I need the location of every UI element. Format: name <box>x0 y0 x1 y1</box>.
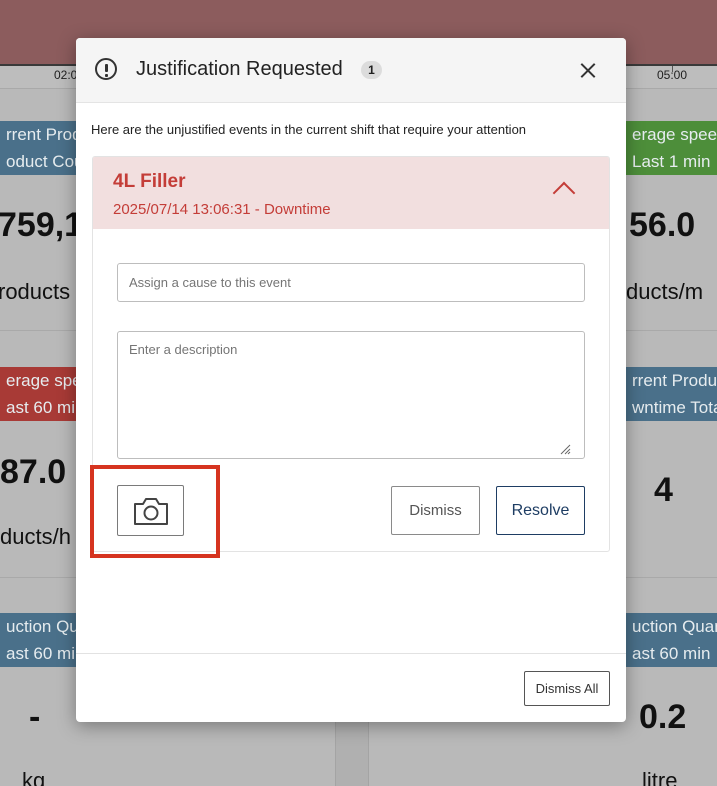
card-label-line: wntime Tota <box>632 398 717 417</box>
card-label-line: uction Quan <box>632 617 717 636</box>
card-unit: ducts/h <box>0 524 71 549</box>
footer-divider <box>76 653 626 654</box>
cause-input[interactable] <box>117 263 585 302</box>
card-label-line: rrent Prod <box>6 125 76 144</box>
card-label-line: ast 60 min <box>6 398 76 417</box>
event-timestamp: 2025/07/14 13:06:31 - Downtime <box>113 201 331 218</box>
card-value: 759,1 <box>0 206 84 244</box>
card-label-line: rrent Produ <box>632 371 717 390</box>
modal-header: Justification Requested 1 <box>76 38 626 103</box>
card-label-line: erage speed <box>632 125 717 144</box>
event-card: 4L Filler 2025/07/14 13:06:31 - Downtime… <box>92 156 610 552</box>
modal-intro-text: Here are the unjustified events in the c… <box>91 122 527 137</box>
resolve-button[interactable]: Resolve <box>496 486 585 535</box>
card-label-production-quantity: uction Qua ast 60 min <box>0 613 76 667</box>
time-tick-label: 02:0 <box>54 68 78 82</box>
card-label-downtime-total: rrent Produ wntime Tota <box>626 367 717 421</box>
close-icon[interactable] <box>577 60 599 82</box>
card-value: 4 <box>654 471 673 509</box>
card-label-line: uction Qua <box>6 617 76 636</box>
description-textarea[interactable] <box>117 331 585 459</box>
card-label-line: ast 60 min <box>632 644 711 663</box>
count-badge: 1 <box>361 61 382 79</box>
dismiss-all-button[interactable]: Dismiss All <box>524 671 610 706</box>
resize-grip-icon[interactable] <box>559 443 571 455</box>
modal-title: Justification Requested <box>136 58 343 80</box>
card-value: 56.0 <box>629 206 696 244</box>
card-label-average-speed-1: erage speed Last 1 min <box>626 121 717 175</box>
justification-modal: Justification Requested 1 Here are the u… <box>76 38 626 722</box>
alert-circle-icon <box>95 58 117 80</box>
card-value: 0.2 <box>639 698 687 736</box>
card-value: 87.0 <box>0 453 67 491</box>
time-tick-label: 05:00 <box>657 68 688 82</box>
card-unit: kg <box>22 768 46 786</box>
card-label-line: oduct Cou <box>6 152 76 171</box>
dismiss-button[interactable]: Dismiss <box>391 486 480 535</box>
card-value: - <box>29 698 41 736</box>
card-label-line: ast 60 min <box>6 644 76 663</box>
card-unit: ducts/m <box>626 279 704 304</box>
camera-button[interactable] <box>117 485 184 536</box>
card-label-line: Last 1 min <box>632 152 711 171</box>
camera-icon <box>134 498 168 525</box>
chevron-up-icon[interactable] <box>552 181 576 205</box>
event-header[interactable]: 4L Filler 2025/07/14 13:06:31 - Downtime <box>93 157 609 229</box>
card-unit: litre <box>642 768 678 786</box>
card-label-line: erage spe <box>6 371 76 390</box>
card-label-current-product-count: rrent Prod oduct Cou <box>0 121 76 175</box>
event-name: 4L Filler <box>113 171 186 192</box>
card-label-production-quantity-right: uction Quan ast 60 min <box>626 613 717 667</box>
card-unit: roducts <box>0 279 71 304</box>
card-label-average-speed-60: erage spe ast 60 min <box>0 367 76 421</box>
